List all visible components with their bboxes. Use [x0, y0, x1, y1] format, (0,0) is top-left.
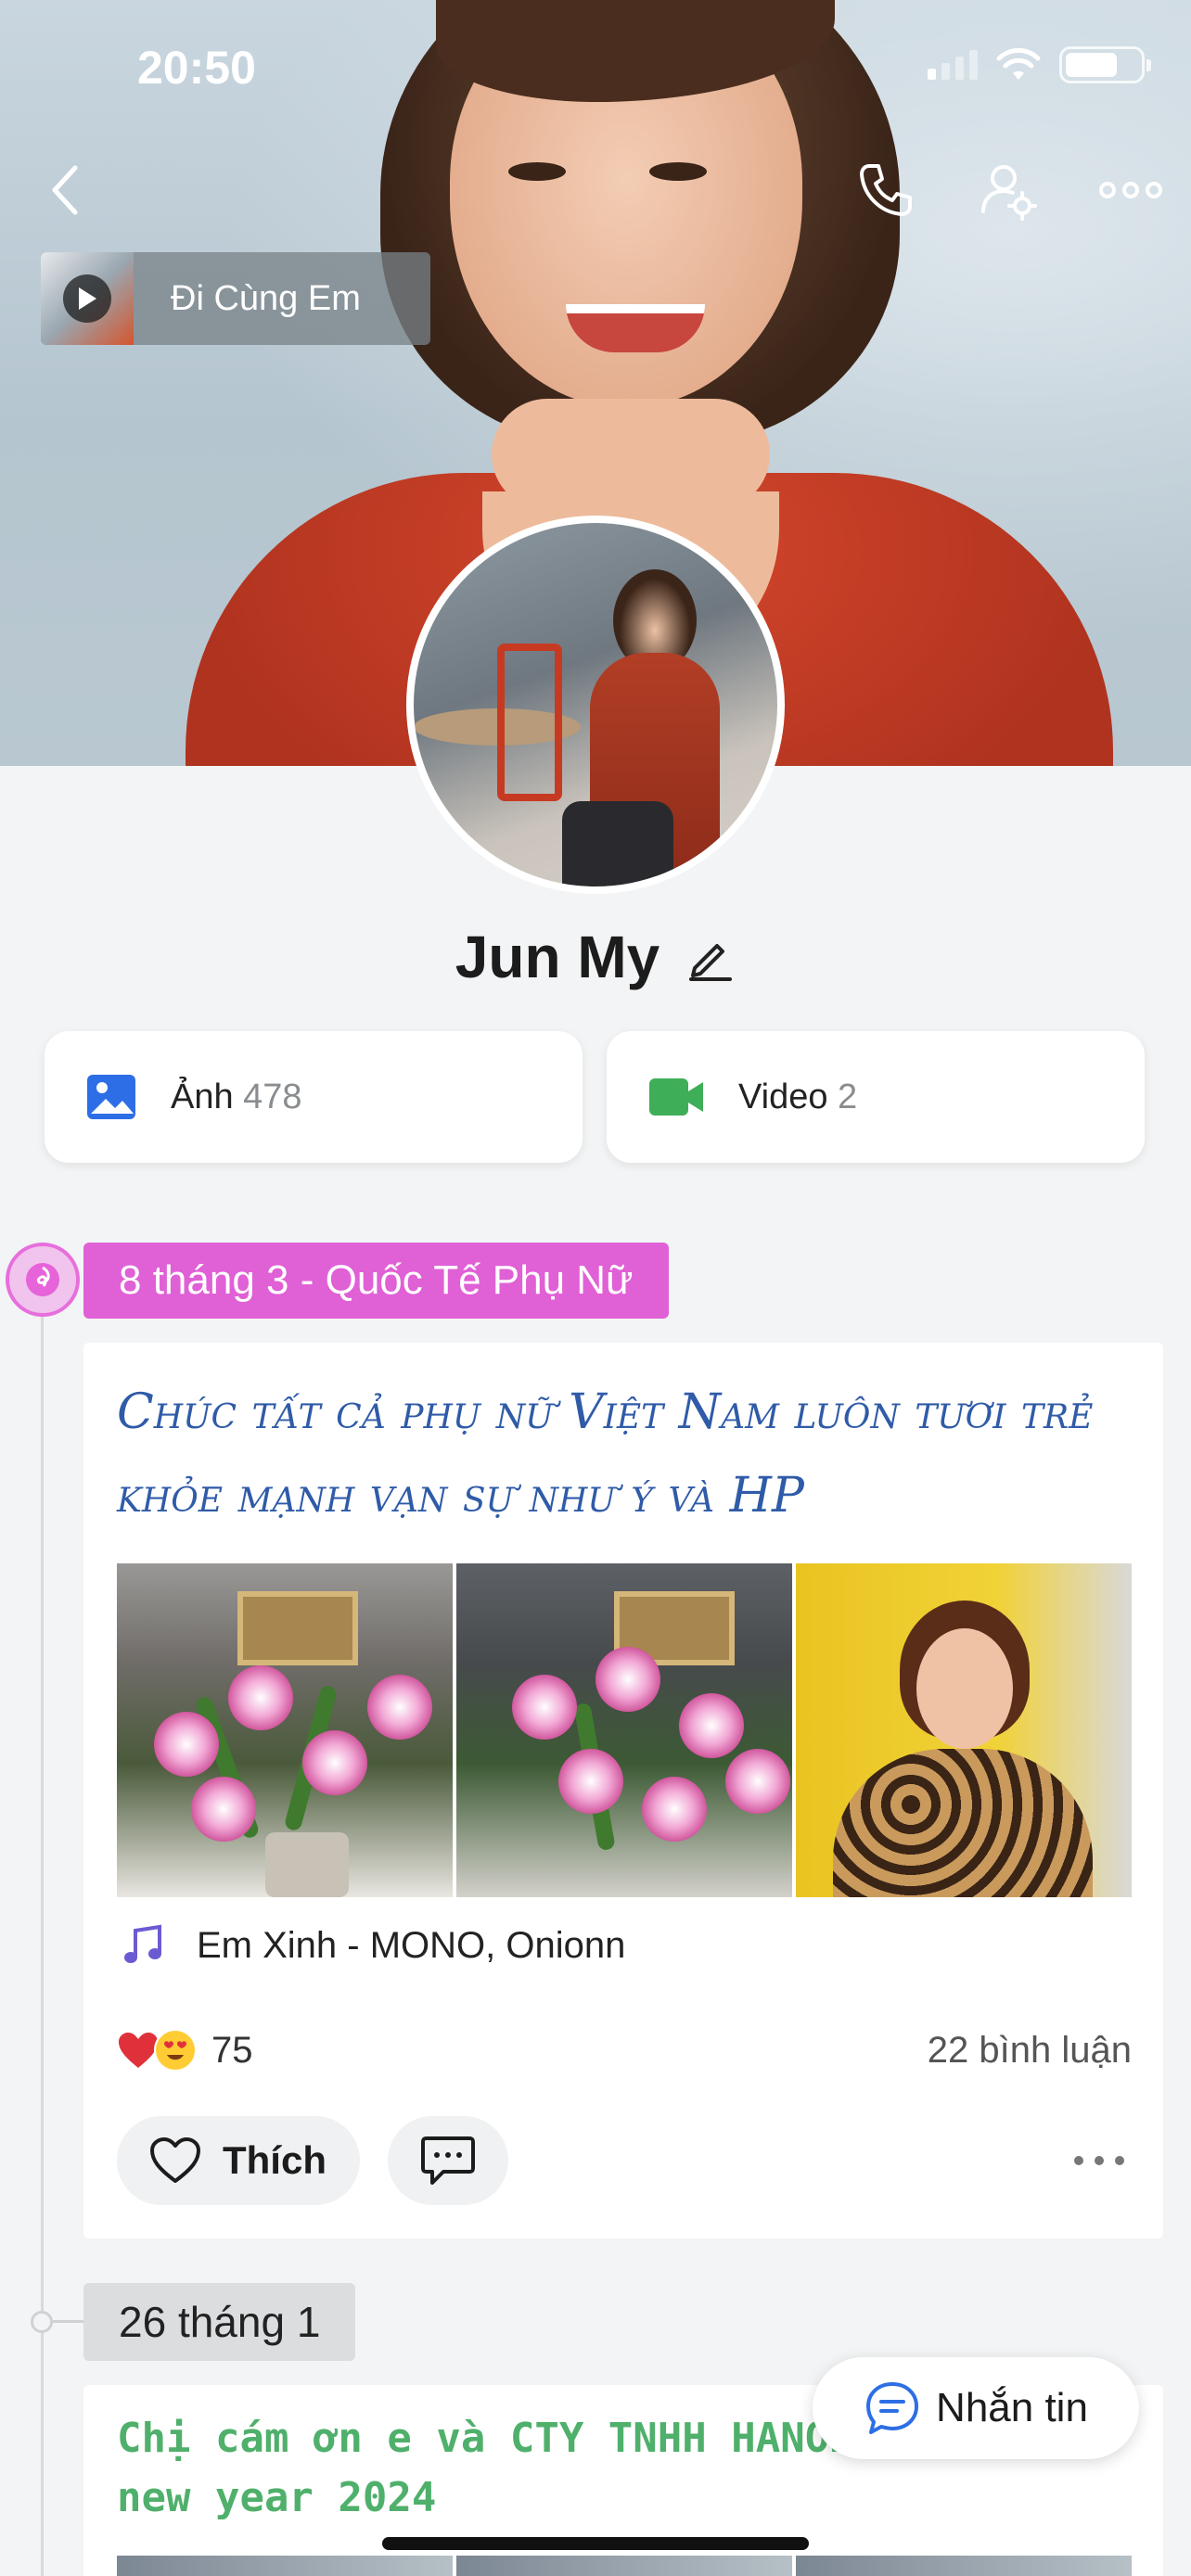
music-thumbnail [41, 252, 134, 345]
home-indicator[interactable] [382, 2537, 809, 2550]
post-card[interactable]: Chúc tất cả phụ nữ Việt Nam luôn tươi tr… [83, 1343, 1163, 2238]
call-button[interactable] [853, 158, 918, 223]
post-image[interactable] [117, 2556, 453, 2576]
post-image-grid [117, 2556, 1132, 2576]
event-tag[interactable]: 8 tháng 3 - Quốc Tế Phụ Nữ [83, 1243, 669, 1319]
videos-card[interactable]: Video 2 [607, 1031, 1145, 1163]
post-image[interactable] [456, 1563, 792, 1897]
battery-icon [1059, 46, 1151, 83]
status-time: 20:50 [137, 42, 256, 94]
timeline-dot [31, 2311, 53, 2333]
cover-eye [649, 162, 707, 181]
profile-music-chip[interactable]: Đi Cùng Em [41, 252, 430, 345]
heart-outline-icon [150, 2137, 200, 2183]
post-image-flower [558, 1749, 623, 1814]
post-image-flower [512, 1675, 577, 1740]
post-text: Chúc tất cả phụ nữ Việt Nam luôn tươi tr… [117, 1384, 1094, 1524]
post-image-flower [228, 1665, 293, 1730]
back-button[interactable] [33, 158, 98, 223]
user-gear-icon [981, 165, 1037, 221]
post-image-person-face [916, 1628, 1013, 1749]
post-more-button[interactable] [1067, 2133, 1132, 2188]
like-label: Thích [223, 2138, 327, 2182]
send-message-label: Nhắn tin [936, 2385, 1088, 2430]
post-image-flower [725, 1749, 790, 1814]
photos-card[interactable]: Ảnh 478 [45, 1031, 583, 1163]
post-image[interactable] [796, 2556, 1132, 2576]
more-horizontal-icon [1099, 182, 1162, 198]
cellular-signal-icon [928, 50, 978, 80]
song-title: Em Xinh - MONO, Onionn [197, 1924, 626, 1966]
profile-avatar[interactable] [406, 516, 785, 894]
post-actions: Thích [117, 2116, 1132, 2205]
edit-name-button[interactable] [684, 931, 736, 983]
like-button[interactable]: Thích [117, 2116, 360, 2205]
post-image-frame [237, 1591, 358, 1665]
wifi-icon [996, 48, 1041, 80]
heart-eyes-reaction-icon[interactable] [154, 2029, 197, 2072]
more-options-button[interactable] [1098, 158, 1163, 223]
photo-icon [87, 1075, 135, 1119]
post-image[interactable] [456, 2556, 792, 2576]
profile-settings-button[interactable] [976, 158, 1041, 223]
post-image-flower [367, 1675, 432, 1740]
timeline-connector [53, 2320, 84, 2323]
post-image-flower [191, 1777, 256, 1842]
cover-eye [508, 162, 566, 181]
cover-hand [492, 399, 770, 510]
video-camera-icon [649, 1078, 703, 1116]
reaction-count[interactable]: 75 [211, 2030, 253, 2072]
avatar-person-legs [562, 801, 673, 886]
post-image[interactable] [796, 1563, 1132, 1897]
post-image-flower [302, 1730, 367, 1795]
timeline-line [41, 1317, 44, 2576]
post-image-flower [154, 1712, 219, 1777]
comment-icon [421, 2136, 475, 2185]
profile-name: Jun My [455, 924, 660, 990]
music-title: Đi Cùng Em [171, 278, 361, 318]
profile-name-row: Jun My [0, 923, 1191, 991]
reaction-row: 75 22 bình luận [117, 2029, 1132, 2072]
chevron-left-icon [52, 165, 78, 215]
music-note-icon [124, 1924, 161, 1963]
post-song[interactable]: Em Xinh - MONO, Onionn [121, 1923, 625, 1968]
post-image-person-body [833, 1749, 1093, 1897]
date-tag: 26 tháng 1 [83, 2283, 356, 2361]
send-message-button[interactable]: Nhắn tin [813, 2357, 1139, 2459]
post-image-flower [679, 1693, 744, 1758]
videos-label: Video [738, 1077, 828, 1116]
rose-icon [6, 1243, 80, 1317]
status-icons [928, 46, 1151, 83]
comment-count[interactable]: 22 bình luận [928, 2030, 1132, 2072]
photos-count: 478 [243, 1077, 302, 1116]
chat-bubble-icon [866, 2382, 919, 2434]
play-icon [63, 274, 111, 323]
post-image-flower [642, 1777, 707, 1842]
post-image-flower [596, 1647, 660, 1712]
avatar-chair [497, 644, 562, 801]
battery-level [1066, 53, 1117, 77]
more-horizontal-icon [1074, 2156, 1124, 2165]
comment-button[interactable] [388, 2116, 508, 2205]
photos-label: Ảnh [171, 1077, 234, 1116]
pencil-icon [689, 944, 733, 981]
phone-icon [860, 164, 912, 216]
videos-count: 2 [837, 1077, 858, 1116]
post-image-grid [117, 1563, 1132, 1897]
post-image[interactable] [117, 1563, 453, 1897]
post-image-vase [265, 1832, 349, 1897]
